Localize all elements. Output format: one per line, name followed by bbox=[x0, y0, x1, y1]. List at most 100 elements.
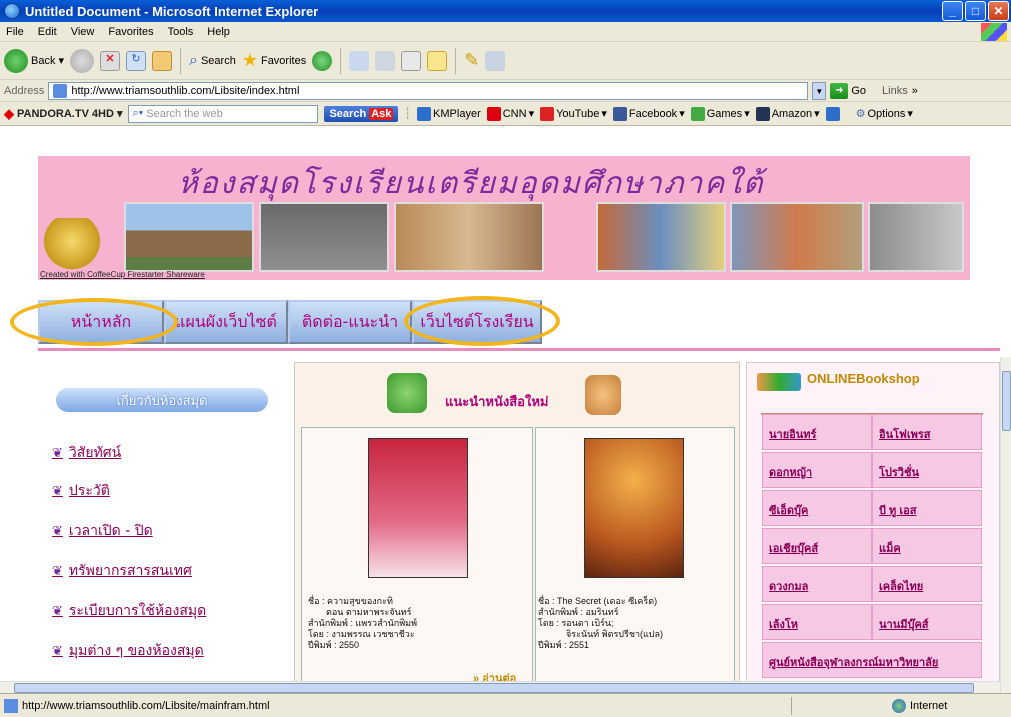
home-button[interactable] bbox=[152, 50, 172, 71]
stop-button[interactable]: ✕ bbox=[100, 50, 120, 71]
kmplayer-link[interactable]: KMPlayer bbox=[417, 106, 481, 121]
shop-kledthai[interactable]: เคล็ดไทย bbox=[872, 566, 982, 602]
horizontal-scrollbar[interactable] bbox=[0, 681, 1000, 693]
book-card-2: ชื่อ : The Secret (เดอะ ซีเคร็ต) สำนักพิ… bbox=[535, 427, 735, 683]
folder-button[interactable] bbox=[427, 50, 448, 71]
print-button[interactable] bbox=[375, 50, 396, 71]
security-zone: Internet bbox=[791, 697, 1011, 715]
link-vision[interactable]: ❦ วิสัยทัศน์ bbox=[52, 442, 121, 464]
browser-window: Untitled Document - Microsoft Internet E… bbox=[0, 0, 1011, 717]
address-input[interactable]: http://www.triamsouthlib.com/Libsite/ind… bbox=[48, 81, 809, 100]
vertical-scrollbar[interactable] bbox=[1000, 357, 1011, 693]
book-cover-2[interactable] bbox=[584, 438, 684, 578]
book-cover-1[interactable] bbox=[368, 438, 468, 578]
menu-tools[interactable]: Tools bbox=[168, 26, 194, 38]
toolbar-separator bbox=[455, 47, 457, 74]
library-counter-photo bbox=[394, 202, 544, 272]
favorites-button[interactable]: ★ Favorites bbox=[242, 50, 306, 71]
kmplayer-icon bbox=[417, 106, 432, 121]
close-button[interactable]: ✕ bbox=[988, 1, 1009, 21]
banner-title: ห้องสมุดโรงเรียนเตรียมอุดมศึกษาภาคใต้ bbox=[178, 166, 765, 201]
options-button[interactable]: ⚙ Options ▾ bbox=[855, 107, 913, 121]
pandora-search-button[interactable]: Search Ask bbox=[324, 105, 399, 122]
book2-title: ชื่อ : The Secret (เดอะ ซีเคร็ต) bbox=[538, 596, 658, 606]
edit-button[interactable] bbox=[401, 50, 422, 71]
butterfly-bullet-icon: ❦ bbox=[52, 563, 63, 579]
shop-chula[interactable]: ศูนย์หนังสือจุฬาลงกรณ์มหาวิทยาลัย bbox=[762, 642, 982, 678]
about-library-panel: เกี่ยวกับห้องสมุด ❦ วิสัยทัศน์ ❦ ประวัติ ❦… bbox=[38, 362, 288, 682]
nav-school-website[interactable]: เว็บไซต์โรงเรียน bbox=[412, 300, 542, 344]
link-hours[interactable]: ❦ เวลาเปิด - ปิด bbox=[52, 520, 153, 542]
menu-edit[interactable]: Edit bbox=[38, 26, 57, 38]
back-label: Back bbox=[31, 54, 56, 67]
nav-home[interactable]: หน้าหลัก bbox=[38, 300, 164, 344]
link-history[interactable]: ❦ ประวัติ bbox=[52, 480, 110, 502]
links-button[interactable]: Links bbox=[882, 85, 908, 97]
search-icon: ⌕ bbox=[189, 51, 198, 69]
address-dropdown-icon[interactable]: ▼ bbox=[812, 81, 827, 100]
menu-favorites[interactable]: Favorites bbox=[108, 26, 153, 38]
go-button[interactable]: ➜ Go bbox=[830, 82, 867, 99]
research-button[interactable] bbox=[485, 50, 506, 71]
menu-help[interactable]: Help bbox=[207, 26, 230, 38]
vertical-scroll-thumb[interactable] bbox=[1002, 371, 1011, 431]
shop-naiin[interactable]: นายอินทร์ bbox=[762, 414, 872, 450]
toolbar-separator bbox=[180, 47, 181, 74]
youtube-link[interactable]: YouTube ▾ bbox=[540, 106, 607, 121]
back-button[interactable]: Back ▾ bbox=[4, 48, 64, 73]
pandora-logo[interactable]: ◆ PANDORA.TV 4HD ▾ bbox=[4, 106, 122, 122]
online-bookshop-panel: ONLINEBookshop นายอินทร์ อินโฟเพรส ดอกหญ… bbox=[746, 362, 1000, 682]
shop-se-ed[interactable]: ซีเอ็ดบุ๊ค bbox=[762, 490, 872, 526]
book1-publisher: สำนักพิมพ์ : แพรวสำนักพิมพ์ bbox=[308, 618, 418, 628]
menu-file[interactable]: File bbox=[6, 26, 24, 38]
shop-duangkamol[interactable]: ดวงกมล bbox=[762, 566, 872, 602]
pen-icon[interactable]: ✎ bbox=[464, 50, 479, 71]
search-button[interactable]: ⌕ Search bbox=[189, 52, 236, 70]
options-label: Options bbox=[867, 107, 906, 120]
shop-asiabooks[interactable]: เอเชียบุ๊คส์ bbox=[762, 528, 872, 564]
facebook-label: Facebook bbox=[628, 107, 678, 120]
book2-publisher: สำนักพิมพ์ : อมรินทร์ bbox=[538, 607, 619, 617]
butterfly-bullet-icon: ❦ bbox=[52, 483, 63, 499]
maximize-button[interactable]: □ bbox=[965, 1, 986, 21]
mail-button[interactable] bbox=[349, 50, 370, 71]
games-link[interactable]: Games ▾ bbox=[690, 106, 750, 121]
go-label: Go bbox=[851, 84, 867, 97]
nav-sitemap[interactable]: แผนผังเว็บไซต์ bbox=[164, 300, 288, 344]
bookshop-heading-bookshop: Bookshop bbox=[856, 371, 920, 386]
cnn-link[interactable]: CNN ▾ bbox=[486, 106, 534, 121]
school-building-photo bbox=[124, 202, 254, 272]
more-chevron-icon[interactable] bbox=[825, 106, 840, 121]
about-library-heading[interactable]: เกี่ยวกับห้องสมุด bbox=[56, 388, 268, 412]
shop-mac[interactable]: แม็ค bbox=[872, 528, 982, 564]
link-rules[interactable]: ❦ ระเบียบการใช้ห้องสมุด bbox=[52, 600, 206, 622]
shop-infopress[interactable]: อินโฟเพรส bbox=[872, 414, 982, 450]
link-corners[interactable]: ❦ มุมต่าง ๆ ของห้องสมุด bbox=[52, 640, 204, 662]
history-button[interactable] bbox=[312, 50, 333, 71]
forward-button[interactable] bbox=[70, 48, 94, 73]
link-resources[interactable]: ❦ ทรัพยากรสารสนเทศ bbox=[52, 560, 192, 582]
toolbar: Back ▾ ✕ ↻ ⌕ Search ★ Favorites ✎ bbox=[0, 42, 1011, 80]
menu-view[interactable]: View bbox=[71, 26, 95, 38]
minimize-button[interactable]: _ bbox=[942, 1, 963, 21]
shop-nanmee[interactable]: นานมีบุ๊คส์ bbox=[872, 604, 982, 640]
pandora-search-input[interactable]: ⌕▾ Search the web bbox=[128, 104, 319, 123]
shop-dokya[interactable]: ดอกหญ้า bbox=[762, 452, 872, 488]
nav-contact[interactable]: ติดต่อ-แนะนำ bbox=[288, 300, 412, 344]
refresh-button[interactable]: ↻ bbox=[126, 50, 146, 71]
link-label: เวลาเปิด - ปิด bbox=[68, 523, 153, 539]
shop-lengho[interactable]: เล้งโห bbox=[762, 604, 872, 640]
credit-text[interactable]: Created with CoffeeCup Firestarter Share… bbox=[40, 270, 205, 279]
facebook-link[interactable]: Facebook ▾ bbox=[612, 106, 685, 121]
shop-b2s[interactable]: บี ทู เอส bbox=[872, 490, 982, 526]
shop-provision[interactable]: โปรวิชั่น bbox=[872, 452, 982, 488]
status-url: http://www.triamsouthlib.com/Libsite/mai… bbox=[22, 699, 270, 712]
reading-kid-icon bbox=[387, 373, 427, 413]
chevron-right-icon[interactable]: » bbox=[912, 85, 918, 97]
gear-icon: ⚙ bbox=[855, 108, 866, 120]
toolbar-separator bbox=[340, 47, 342, 74]
amazon-link[interactable]: Amazon ▾ bbox=[755, 106, 820, 121]
book1-author: โดย : งามพรรณ เวชชาชีวะ bbox=[308, 629, 415, 639]
horizontal-scroll-thumb[interactable] bbox=[14, 683, 974, 693]
youtube-label: YouTube bbox=[556, 107, 600, 120]
